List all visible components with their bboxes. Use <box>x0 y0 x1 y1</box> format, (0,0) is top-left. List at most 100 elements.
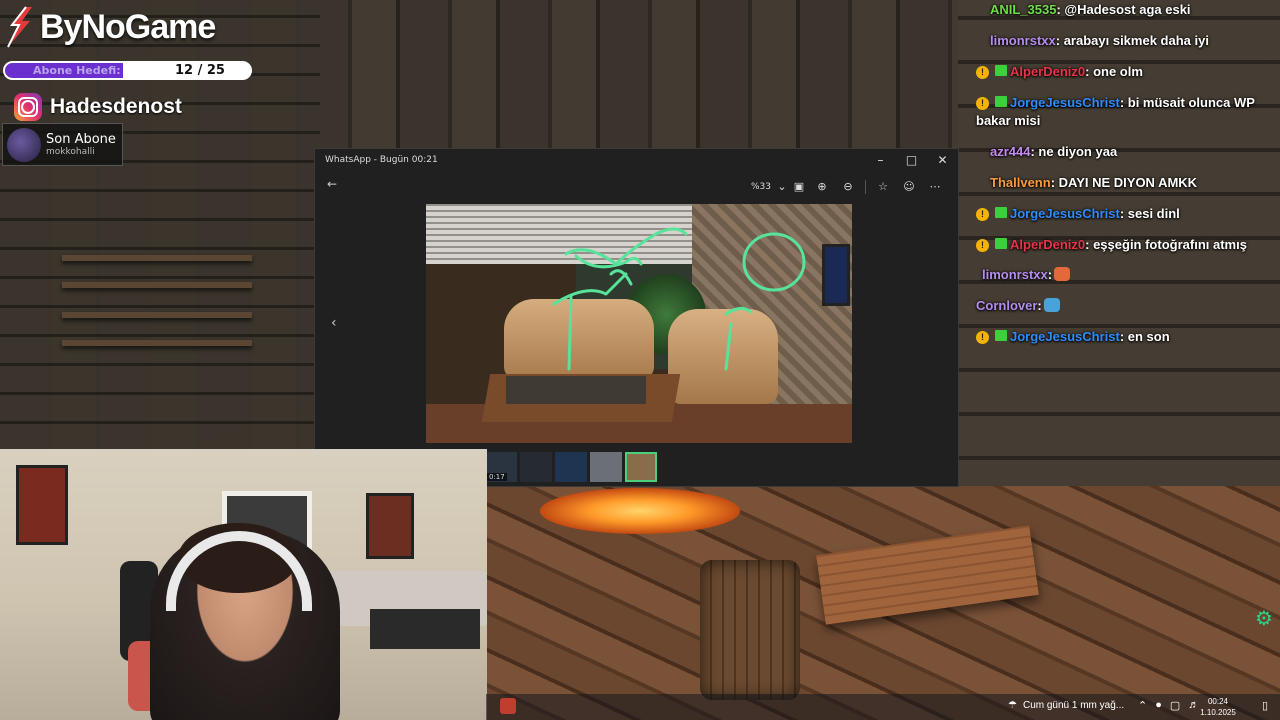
sub-goal-bar: Abone Hedefi: 12 / 25 <box>3 61 252 80</box>
brand-header: ByNoGame <box>4 2 216 52</box>
taskbar-weather[interactable]: ☂ Cum günü 1 mm yağ... <box>1008 700 1124 711</box>
cam-poster <box>16 465 68 545</box>
chat-username[interactable]: AlperDeniz0 <box>1010 64 1085 79</box>
rain-cloud-icon: ☂ <box>1008 700 1017 711</box>
close-icon[interactable]: ✕ <box>927 149 958 171</box>
chat-username[interactable]: JorgeJesusChrist <box>1010 206 1120 221</box>
game-shelf <box>62 340 252 346</box>
chat-text: : eşşeğin fotoğrafını atmış <box>1085 237 1247 252</box>
taskbar-app-icon[interactable] <box>500 698 516 714</box>
zoom-out-icon[interactable]: ⊖ <box>835 175 861 199</box>
chat-message: azr444: ne diyon yaa <box>990 143 1280 161</box>
chat-text: : <box>1047 267 1053 282</box>
chat-text: : sesi dinl <box>1119 206 1180 221</box>
chat-message: limonrstxx: <box>982 266 1280 284</box>
windows-taskbar: ☂ Cum günü 1 mm yağ... ⌃ ● ▢ ♬ 00:24 1.1… <box>486 694 1280 720</box>
clock-time: 00:24 <box>1207 697 1229 706</box>
avatar <box>7 127 41 162</box>
chat-username[interactable]: limonrstxx <box>982 267 1048 282</box>
chat-message: Thallvenn: DAYI NE DIYON AMKK <box>990 174 1280 192</box>
game-shelf <box>62 282 252 288</box>
subscriber-badge-icon <box>995 238 1007 249</box>
weather-text: Cum günü 1 mm yağ... <box>1022 700 1125 711</box>
chat-username[interactable]: JorgeJesusChrist <box>1010 329 1120 344</box>
chat-text: : one olm <box>1085 64 1143 79</box>
chat-username[interactable]: ANIL_3535 <box>990 2 1056 17</box>
game-fire <box>540 488 740 534</box>
viewer-title: WhatsApp - Bugün 00:21 <box>325 155 438 165</box>
chat-message: ANIL_3535: @Hadesost aga eski <box>990 1 1280 19</box>
thumbnail-strip: 0:17 <box>485 452 657 484</box>
instagram-handle: Hadesdenost <box>14 93 182 121</box>
photo-viewer-window[interactable]: WhatsApp - Bugün 00:21 – □ ✕ ← %33 ⌄ ▣ ⊕… <box>314 148 959 487</box>
warning-badge-icon: ! <box>976 208 989 221</box>
thumbnail-selected[interactable] <box>625 452 657 482</box>
fit-screen-icon[interactable]: ▣ <box>789 175 809 199</box>
subscriber-badge-icon <box>995 207 1007 218</box>
thumbnail-duration: 0:17 <box>487 473 507 481</box>
chat-message: ! AlperDeniz0: eşşeğin fotoğrafını atmış <box>976 236 1280 254</box>
chat-username[interactable]: limonrstxx <box>990 33 1056 48</box>
zoom-in-icon[interactable]: ⊕ <box>809 175 835 199</box>
chat-text: : DAYI NE DIYON AMKK <box>1050 175 1198 190</box>
chat-emote-icon <box>1043 298 1060 312</box>
chevron-down-icon[interactable]: ⌄ <box>775 175 789 199</box>
microphone-icon[interactable]: ● <box>1155 699 1162 712</box>
subscriber-badge-icon <box>995 330 1007 341</box>
minimize-icon[interactable]: – <box>865 149 896 171</box>
last-sub-title: Son Abone <box>46 132 116 147</box>
clock-date: 1.10.2025 <box>1200 708 1236 717</box>
last-subscriber-box: Son Abone mokkohalli <box>2 123 123 166</box>
chat-text: : arabayı sikmek daha iyi <box>1055 33 1209 48</box>
chat-username[interactable]: JorgeJesusChrist <box>1010 95 1120 110</box>
chat-username[interactable]: Cornlover <box>976 298 1037 313</box>
webcam-feed <box>0 449 487 720</box>
star-icon[interactable]: ☆ <box>870 175 896 199</box>
viewed-photo <box>426 204 852 443</box>
previous-chevron-icon[interactable]: ‹ <box>331 315 337 331</box>
sub-goal-count: 12 / 25 <box>175 63 225 78</box>
game-shelf <box>62 255 252 261</box>
zoom-level[interactable]: %33 <box>735 182 775 192</box>
more-icon[interactable]: ⋯ <box>922 175 948 199</box>
network-icon[interactable]: ▢ <box>1170 699 1180 712</box>
chevron-up-icon[interactable]: ⌃ <box>1138 699 1147 712</box>
instagram-icon <box>14 93 42 121</box>
last-sub-user: mokkohalli <box>46 147 95 157</box>
chat-text: : <box>1037 298 1042 313</box>
thumbnail[interactable] <box>555 452 587 482</box>
game-shelf <box>62 312 252 318</box>
brand-logo-icon <box>4 5 34 49</box>
chat-emote-icon <box>1054 267 1071 281</box>
warning-badge-icon: ! <box>976 239 989 252</box>
thumbnail[interactable]: 0:17 <box>485 452 517 482</box>
viewer-titlebar[interactable]: WhatsApp - Bugün 00:21 – □ ✕ <box>315 149 958 171</box>
notification-icon[interactable]: ▯ <box>1262 699 1268 712</box>
chat-message: ! AlperDeniz0: one olm <box>976 63 1280 81</box>
game-barrel <box>700 560 800 700</box>
sub-goal-label: Abone Hedefi: <box>33 64 121 77</box>
chat-message: ! JorgeJesusChrist: en son <box>976 328 1280 346</box>
emoji-icon[interactable]: ☺ <box>896 175 922 199</box>
warning-badge-icon: ! <box>976 66 989 79</box>
taskbar-clock[interactable]: 00:24 1.10.2025 <box>1198 696 1238 718</box>
brand-name: ByNoGame <box>40 7 216 46</box>
warning-badge-icon: ! <box>976 331 989 344</box>
back-arrow-icon[interactable]: ← <box>327 177 337 191</box>
chat-message: ! JorgeJesusChrist: bi müsait olunca WP b… <box>976 94 1280 130</box>
warning-badge-icon: ! <box>976 97 989 110</box>
chat-username[interactable]: azr444 <box>990 144 1030 159</box>
cam-table <box>370 609 480 649</box>
thumbnail[interactable] <box>520 452 552 482</box>
chat-username[interactable]: Thallvenn <box>990 175 1051 190</box>
chat-message: ! JorgeJesusChrist: sesi dinl <box>976 205 1280 223</box>
chat-message: limonrstxx: arabayı sikmek daha iyi <box>990 32 1280 50</box>
system-tray: ⌃ ● ▢ ♬ <box>1138 699 1199 712</box>
chat-message: Cornlover: <box>976 297 1280 315</box>
chat-text: : en son <box>1119 329 1170 344</box>
maximize-icon[interactable]: □ <box>896 149 927 171</box>
chat-text: : @Hadesost aga eski <box>1056 2 1191 17</box>
photo-drawing-overlay <box>552 227 806 371</box>
chat-username[interactable]: AlperDeniz0 <box>1010 237 1085 252</box>
thumbnail[interactable] <box>590 452 622 482</box>
